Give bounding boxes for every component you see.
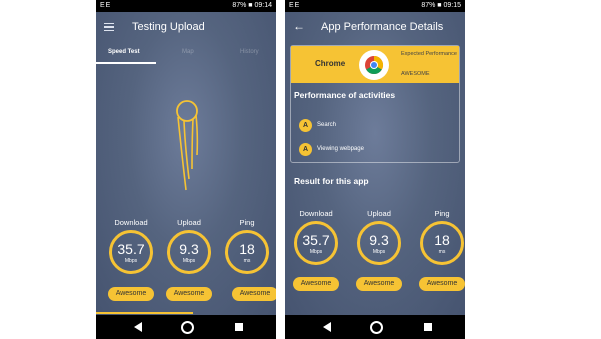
upload-rating: Awesome [356,277,402,291]
upload-label: Upload [177,218,201,227]
rocket-icon [176,100,199,191]
status-right: 87% ■ 09:14 [232,2,272,9]
circle-home-icon[interactable] [181,321,194,334]
ping-label: Ping [239,218,255,227]
download-gauge: 35.7 Mbps [109,230,153,274]
ping-gauge: 18 ms [420,221,464,265]
upload-value: 9.3 [369,232,389,248]
download-value: 35.7 [302,232,330,248]
upload-rating: Awesome [166,287,212,301]
tab-map[interactable]: Map [182,49,194,55]
grade-badge: A [299,119,312,132]
upload-unit: Mbps [372,249,386,255]
ping-label: Ping [434,209,450,218]
app-icon-circle [359,50,389,80]
expected-performance-label: Expected Performance [401,51,457,57]
app-bar: ← App Performance Details [285,12,465,44]
download-label: Download [114,218,148,227]
active-tab-indicator [96,62,156,64]
activity-label: Viewing webpage [317,146,364,152]
download-rating: Awesome [108,287,154,301]
upload-unit: Mbps [182,258,196,264]
app-summary-header: Chrome Expected Performance AWESOME [291,46,459,83]
upload-gauge: 9.3 Mbps [167,230,211,274]
activity-label: Search [317,122,337,128]
phone-screen-speed-test: EE 87% ■ 09:14 Testing Upload Speed Test… [96,0,276,339]
upload-value: 9.3 [179,241,199,257]
ping-unit: ms [438,249,446,255]
carrier-label: EE [100,2,112,9]
chrome-icon [365,56,384,75]
app-name: Chrome [315,59,346,68]
triangle-back-icon[interactable] [323,322,331,332]
app-bar: Testing Upload [96,12,276,44]
app-body: Testing Upload Speed Test Map History Do… [96,12,276,315]
tab-speed-test[interactable]: Speed Test [108,49,140,55]
ping-gauge: 18 ms [225,230,269,274]
download-gauge: 35.7 Mbps [294,221,338,265]
carrier-label: EE [289,2,301,9]
ping-rating: Awesome [232,287,276,301]
tab-bar: Speed Test Map History [96,45,276,64]
ping-rating: Awesome [419,277,465,291]
download-unit: Mbps [309,249,323,255]
result-title: Result for this app [294,176,369,186]
expected-performance-value: AWESOME [401,71,430,77]
app-body: ← App Performance Details Chrome Expecte… [285,12,465,315]
square-recents-icon[interactable] [235,323,243,331]
page-title: Testing Upload [132,21,205,33]
triangle-back-icon[interactable] [134,322,142,332]
status-bar: EE 87% ■ 09:15 [285,0,465,12]
grade-badge: A [299,143,312,156]
activity-item: A Search [299,119,449,133]
download-label: Download [299,209,333,218]
activity-item: A Viewing webpage [299,143,449,157]
ping-value: 18 [434,232,450,248]
arrow-left-icon[interactable]: ← [293,19,305,33]
phone-screen-app-performance: EE 87% ■ 09:15 ← App Performance Details… [285,0,465,339]
android-nav-bar [96,315,276,339]
android-nav-bar [285,315,465,339]
download-rating: Awesome [293,277,339,291]
circle-home-icon[interactable] [370,321,383,334]
square-recents-icon[interactable] [424,323,432,331]
activities-title: Performance of activities [294,90,396,100]
download-value: 35.7 [117,241,145,257]
test-progress-bar [96,312,194,314]
status-right: 87% ■ 09:15 [421,2,461,9]
ping-value: 18 [239,241,255,257]
upload-label: Upload [367,209,391,218]
status-bar: EE 87% ■ 09:14 [96,0,276,12]
upload-gauge: 9.3 Mbps [357,221,401,265]
download-unit: Mbps [124,258,138,264]
hamburger-icon[interactable] [104,23,114,31]
tab-history[interactable]: History [240,49,259,55]
page-title: App Performance Details [321,21,444,33]
ping-unit: ms [243,258,251,264]
app-performance-card: Chrome Expected Performance AWESOME Perf [290,45,460,163]
